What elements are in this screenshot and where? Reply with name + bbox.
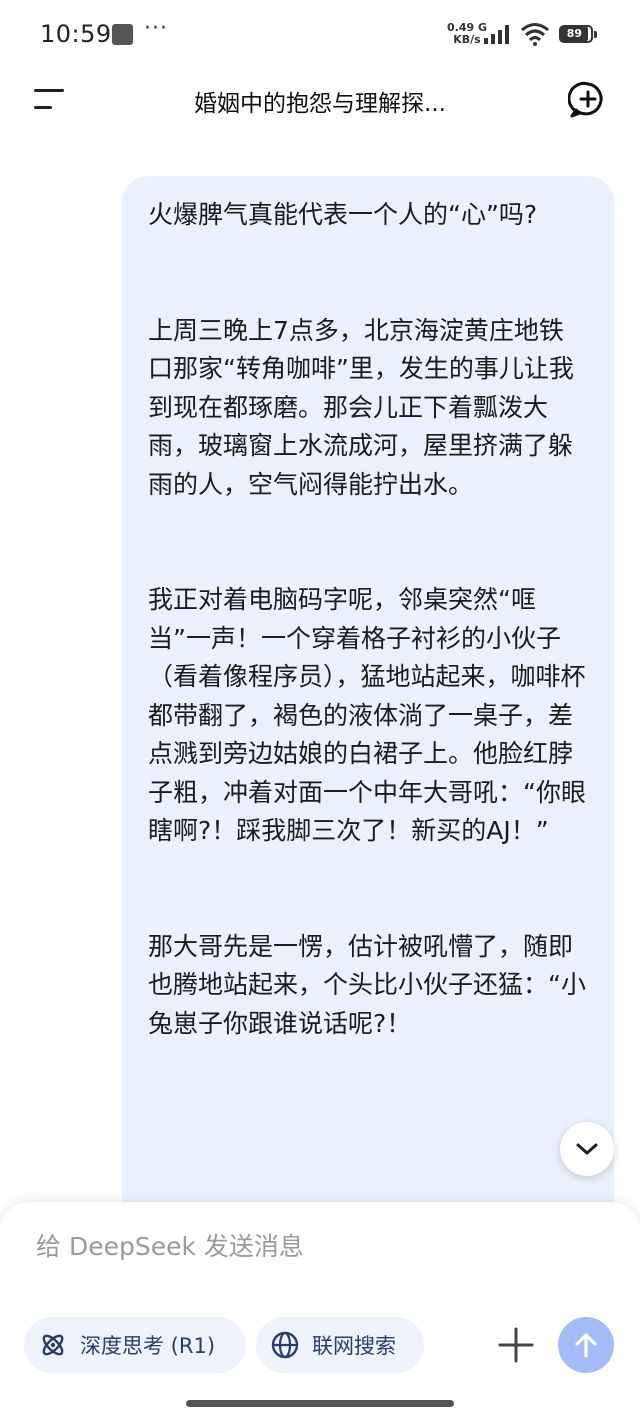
battery-icon: 89 bbox=[559, 25, 597, 43]
battery-level: 89 bbox=[561, 27, 588, 41]
status-time: 10:59 bbox=[40, 20, 112, 48]
conversation-title[interactable]: 婚姻中的抱怨与理解探... bbox=[110, 84, 530, 118]
message-paragraph: 那大哥先是一愣，估计被吼懵了，随即也腾地站起来，个头比小伙子还猛：“小兔崽子你跟… bbox=[148, 931, 586, 1038]
status-bar: 10:59 ··· 0.49 G KB/s 89 bbox=[0, 0, 640, 70]
globe-icon bbox=[271, 1331, 299, 1359]
network-speed: 0.49 G KB/s bbox=[446, 22, 488, 46]
deep-think-label: 深度思考 (R1) bbox=[80, 1334, 216, 1358]
arrow-up-icon bbox=[575, 1333, 597, 1358]
notification-app-icon bbox=[112, 24, 133, 45]
message-paragraph: 上周三晚上7点多，北京海淀黄庄地铁口那家“转角咖啡”里，发生的事儿让我到现在都琢… bbox=[148, 315, 574, 499]
more-notifications-icon: ··· bbox=[144, 16, 168, 41]
wifi-icon bbox=[521, 23, 549, 46]
web-search-toggle[interactable]: 联网搜索 bbox=[256, 1317, 424, 1373]
message-paragraph: 火爆脾气真能代表一个人的“心”吗? bbox=[148, 200, 538, 229]
menu-icon[interactable] bbox=[32, 86, 66, 112]
message-composer: 深度思考 (R1) 联网搜索 bbox=[0, 1202, 640, 1422]
message-paragraph: 我正对着电脑码字呢，邻桌突然“哐当”一声！一个穿着格子衬衫的小伙子（看着像程序员… bbox=[148, 585, 586, 845]
home-indicator[interactable] bbox=[186, 1400, 454, 1407]
scroll-to-bottom-button[interactable] bbox=[560, 1122, 614, 1176]
atom-icon bbox=[42, 1334, 64, 1356]
network-speed-unit: KB/s bbox=[453, 33, 481, 46]
app-header: 婚姻中的抱怨与理解探... bbox=[0, 70, 640, 130]
screen: 10:59 ··· 0.49 G KB/s 89 婚姻中的抱怨与理解探... 火… bbox=[0, 0, 640, 1422]
message-input[interactable] bbox=[36, 1232, 596, 1261]
deep-think-toggle[interactable]: 深度思考 (R1) bbox=[24, 1317, 246, 1373]
web-search-label: 联网搜索 bbox=[312, 1334, 396, 1358]
chevron-down-icon bbox=[576, 1143, 598, 1155]
user-message-bubble: 火爆脾气真能代表一个人的“心”吗? 上周三晚上7点多，北京海淀黄庄地铁口那家“转… bbox=[122, 176, 614, 1276]
send-button[interactable] bbox=[558, 1317, 614, 1373]
attach-plus-icon[interactable] bbox=[494, 1323, 538, 1367]
signal-icon bbox=[484, 25, 509, 44]
new-chat-icon[interactable] bbox=[568, 80, 608, 120]
